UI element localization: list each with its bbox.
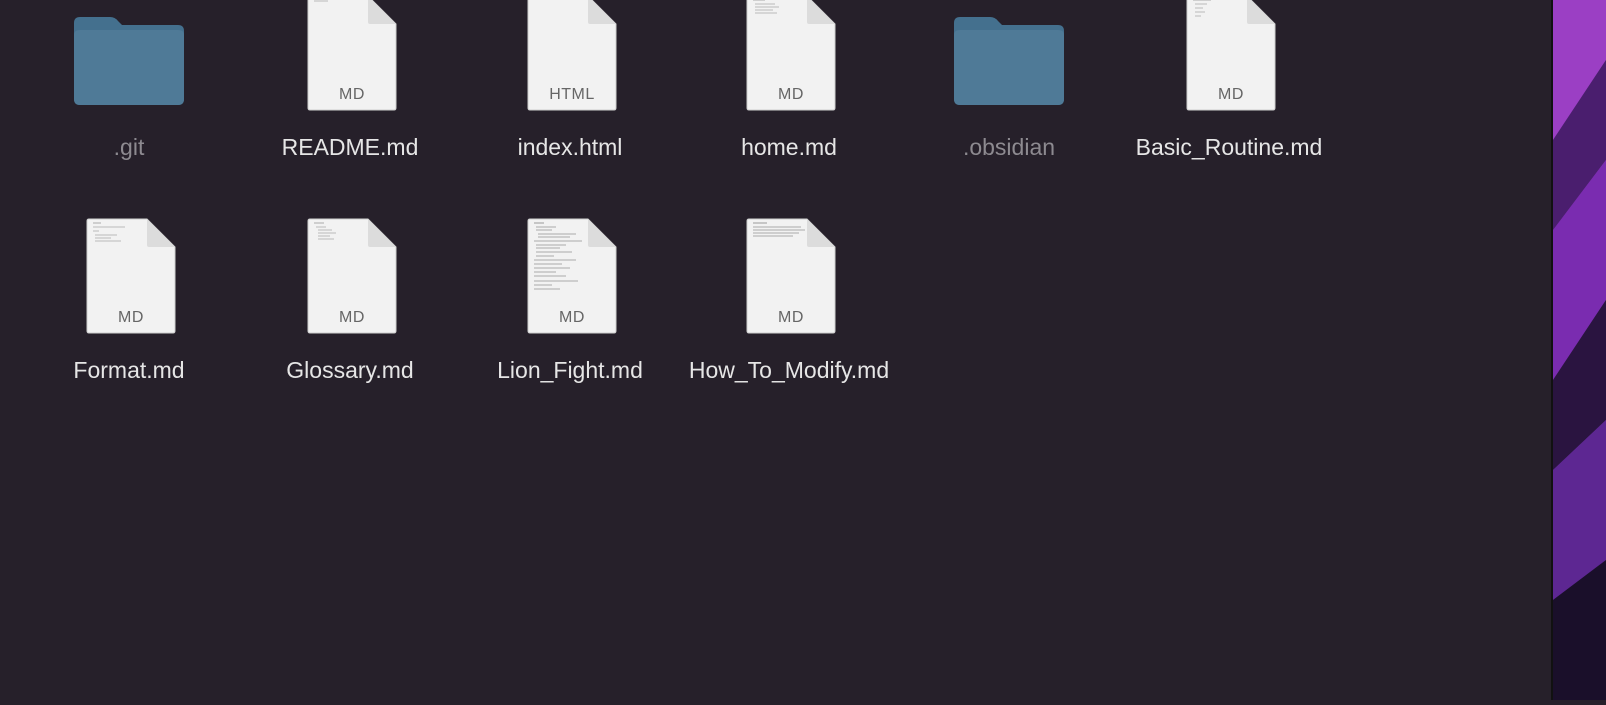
file-name: README.md xyxy=(281,134,419,160)
file-item-home[interactable]: MD home.md xyxy=(679,0,899,163)
file-name: Basic_Routine.md xyxy=(1135,134,1323,160)
file-item-obsidian[interactable]: .obsidian xyxy=(899,0,1119,163)
file-item-index-html[interactable]: HTML index.html xyxy=(460,0,680,163)
file-name: home.md xyxy=(741,134,837,160)
file-item-format[interactable]: MD Format.md xyxy=(19,218,239,386)
desktop-wallpaper-edge xyxy=(1551,0,1606,700)
file-item-git[interactable]: .git xyxy=(19,0,239,163)
folder-icon xyxy=(74,17,184,105)
document-icon xyxy=(86,218,176,334)
document-icon xyxy=(307,218,397,334)
file-name: .obsidian xyxy=(962,134,1056,160)
file-name: Lion_Fight.md xyxy=(497,357,643,383)
document-icon xyxy=(746,0,836,111)
document-icon xyxy=(1186,0,1276,111)
wallpaper-shapes xyxy=(1553,0,1606,700)
file-name: Format.md xyxy=(73,357,185,383)
file-item-basic-routine[interactable]: MD Basic_Routine.md xyxy=(1119,0,1339,163)
file-item-lion-fight[interactable]: MD Lion_Fight.md xyxy=(460,218,680,386)
file-name: .git xyxy=(113,134,145,160)
document-icon xyxy=(746,218,836,334)
document-icon xyxy=(527,218,617,334)
document-icon xyxy=(527,0,617,111)
finder-icon-view: .git MD README.md HTML index.html MD hom… xyxy=(0,0,1551,700)
folder-icon xyxy=(954,17,1064,105)
file-name: Glossary.md xyxy=(286,357,414,383)
file-name: How_To_Modify.md xyxy=(688,357,890,383)
file-item-how-to-modify[interactable]: MD How_To_Modify.md xyxy=(679,218,899,386)
file-name: index.html xyxy=(517,134,623,160)
file-item-readme[interactable]: MD README.md xyxy=(240,0,460,163)
document-icon xyxy=(307,0,397,111)
file-item-glossary[interactable]: MD Glossary.md xyxy=(240,218,460,386)
